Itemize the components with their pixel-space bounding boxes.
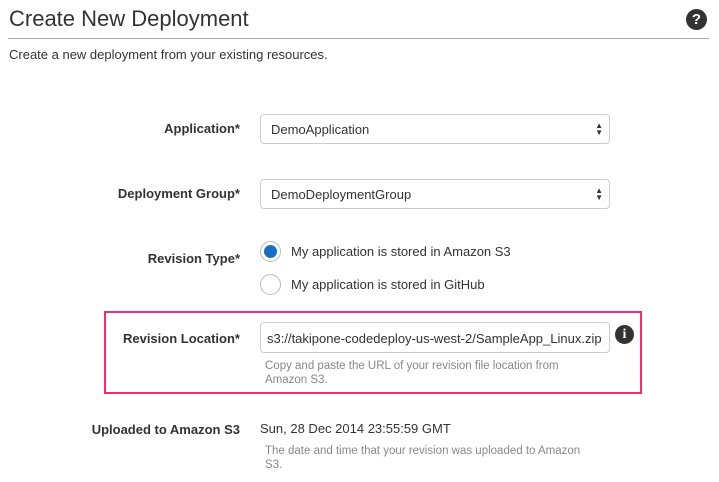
radio-s3-label[interactable]: My application is stored in Amazon S3 <box>291 244 511 259</box>
uploaded-hint: The date and time that your revision was… <box>265 445 581 471</box>
page-title: Create New Deployment <box>9 6 249 31</box>
revision-location-input[interactable]: s3://takipone-codedeploy-us-west-2/Sampl… <box>260 322 610 353</box>
deployment-group-value: DemoDeploymentGroup <box>271 187 412 202</box>
select-arrows-icon: ▲ ▼ <box>595 121 603 137</box>
deployment-group-select[interactable]: DemoDeploymentGroup ▲ ▼ <box>260 179 610 209</box>
application-label: Application* <box>164 121 240 136</box>
revision-location-hint: Copy and paste the URL of your revision … <box>265 360 559 386</box>
radio-github-label[interactable]: My application is stored in GitHub <box>291 277 485 292</box>
revision-type-label: Revision Type* <box>147 251 240 266</box>
application-value: DemoApplication <box>271 122 370 137</box>
radio-s3[interactable] <box>260 241 281 262</box>
uploaded-label: Uploaded to Amazon S3 <box>91 422 240 437</box>
divider <box>8 38 709 39</box>
radio-github[interactable] <box>260 274 281 295</box>
deployment-group-label: Deployment Group* <box>117 186 240 201</box>
info-icon[interactable]: i <box>615 325 634 344</box>
help-icon[interactable]: ? <box>686 9 707 30</box>
select-arrows-icon: ▲ ▼ <box>595 186 603 202</box>
revision-location-label: Revision Location* <box>122 331 240 346</box>
page-subtitle: Create a new deployment from your existi… <box>9 47 328 62</box>
application-select[interactable]: DemoApplication ▲ ▼ <box>260 114 610 144</box>
uploaded-value: Sun, 28 Dec 2014 23:55:59 GMT <box>260 421 451 436</box>
